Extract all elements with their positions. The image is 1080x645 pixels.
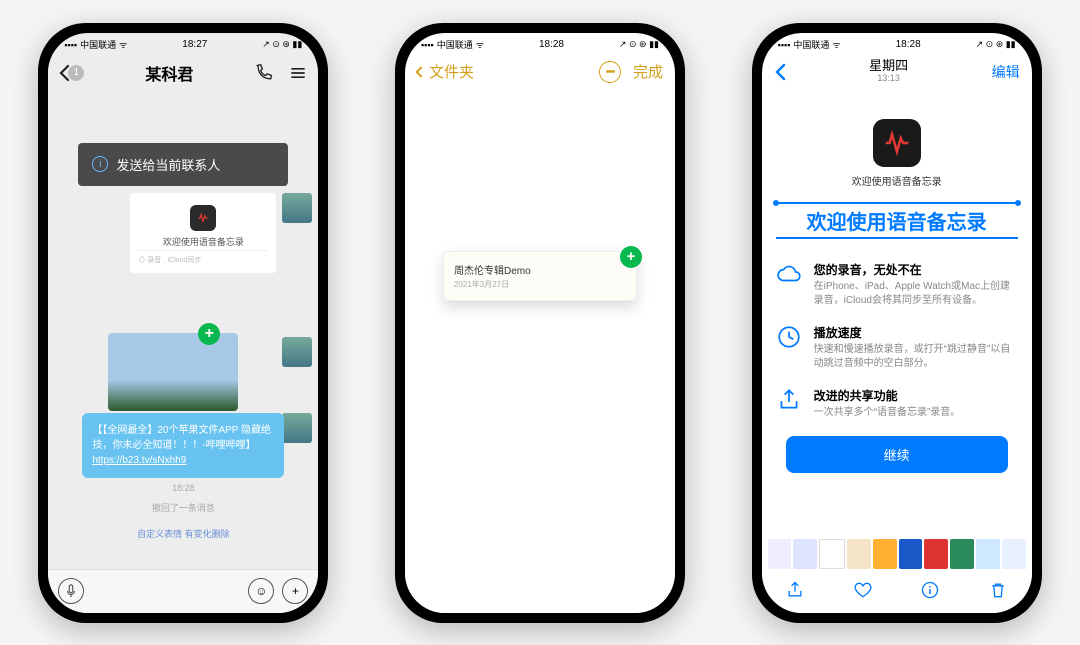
cloud-icon [776,261,802,287]
input-bar: ☺ + [48,569,318,613]
share-icon[interactable] [785,580,805,600]
voice-input-icon[interactable] [58,578,84,604]
phone-wechat-chat: ▪▪▪▪中国联通ᯤ 18:27 ↗ ⊙ ⊛ ▮▮ 1 某科君 欢迎使用语音备忘录… [38,23,328,623]
info-icon[interactable] [920,580,940,600]
note-title: 周杰伦专辑Demo [454,262,626,277]
timestamp: 18:28 [48,483,318,493]
phone-voice-memos-welcome: ▪▪▪▪中国联通ᯤ 18:28 ↗ ⊙ ⊛ ▮▮ 星期四13:13 编辑 欢迎使… [752,23,1042,623]
welcome-headline[interactable]: 欢迎使用语音备忘录 [776,202,1018,239]
back-folders-button[interactable]: 文件夹 [417,61,474,82]
more-options-icon[interactable]: ••• [599,61,621,83]
call-icon[interactable] [254,63,274,83]
icon-caption: 欢迎使用语音备忘录 [776,173,1018,188]
feature-speed: 播放速度快速和慢速播放录音，或打开“跳过静音”以自动跳过音频中的空白部分。 [776,324,1018,371]
share-icon [776,387,802,413]
share-toast[interactable]: i发送给当前联系人 [78,143,288,186]
avatar[interactable] [282,193,312,223]
nav-title: 星期四13:13 [869,59,908,83]
feature-sync: 您的录音，无处不在在iPhone、iPad、Apple Watch或Mac上创建… [776,261,1018,308]
drop-add-icon: + [198,323,220,345]
emoji-icon[interactable]: ☺ [248,578,274,604]
status-bar: ▪▪▪▪中国联通ᯤ 18:27 ↗ ⊙ ⊛ ▮▮ [48,33,318,53]
note-date: 2021年3月27日 [454,279,626,290]
edit-button[interactable]: 编辑 [992,62,1020,82]
dragged-image[interactable] [108,333,238,411]
drop-add-icon: + [620,246,642,268]
done-button[interactable]: 完成 [633,61,663,82]
heart-icon[interactable] [853,580,873,600]
chat-title: 某科君 [145,61,193,85]
phone-notes-drop: ▪▪▪▪中国联通ᯤ 18:28 ↗ ⊙ ⊛ ▮▮ 文件夹 ••• 完成 周杰伦专… [395,23,685,623]
more-icon[interactable] [288,63,308,83]
unread-badge: 1 [68,65,84,81]
continue-button[interactable]: 继续 [786,436,1008,473]
back-button[interactable] [774,63,786,81]
voice-memos-app-icon [873,119,921,167]
back-button[interactable]: 1 [58,64,84,82]
avatar[interactable] [282,337,312,367]
speed-icon [776,324,802,350]
avatar[interactable] [282,413,312,443]
link-card[interactable]: 欢迎使用语音备忘录 ⊙ 录音 · iCloud同步 [130,193,276,273]
dragged-note-card[interactable]: 周杰伦专辑Demo 2021年3月27日 + [443,251,637,301]
message-link[interactable]: https://b23.tv/sNxhh9 [92,455,186,466]
chat-nav: 1 某科君 [48,53,318,93]
plus-icon[interactable]: + [282,578,308,604]
feature-share: 改进的共享功能一次共享多个“语音备忘录”录音。 [776,387,1018,420]
sticker-hint[interactable]: 自定义表情 有变化删除 [48,527,318,540]
voice-memos-icon [190,205,216,231]
status-bar: ▪▪▪▪中国联通ᯤ 18:28 ↗ ⊙ ⊛ ▮▮ [762,33,1032,53]
photo-tray[interactable] [768,539,1026,569]
recall-text: 撤回了一条消息 [48,501,318,514]
toolbar [762,575,1032,605]
message-bubble[interactable]: 【【全网最全】20个苹果文件APP 隐藏绝技，你未必全知道！！！-哔哩哔哩】 h… [82,413,284,478]
status-bar: ▪▪▪▪中国联通ᯤ 18:28 ↗ ⊙ ⊛ ▮▮ [405,33,675,53]
trash-icon[interactable] [988,580,1008,600]
